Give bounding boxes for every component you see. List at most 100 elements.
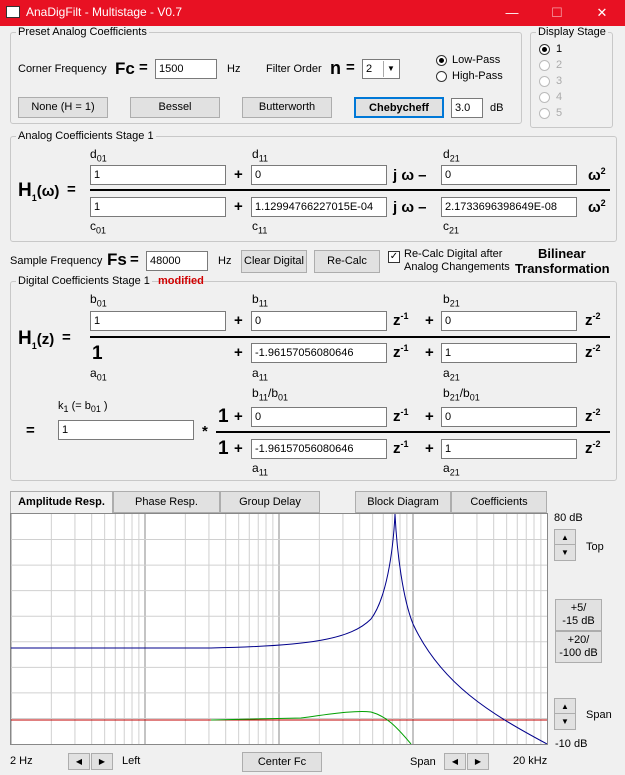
filter-order-select[interactable]: 2 ▼: [362, 59, 400, 79]
a2-input[interactable]: 1: [441, 343, 577, 363]
recalc-checkbox-label-2: Analog Changements: [404, 261, 510, 273]
close-button[interactable]: ✕: [580, 0, 624, 26]
d11-label: d11: [252, 147, 268, 163]
top-spinner[interactable]: ▲ ▼: [554, 529, 576, 561]
na21-label: a21: [443, 461, 460, 477]
digital-h-label: H1(z): [18, 328, 54, 351]
tab-group-delay[interactable]: Group Delay: [220, 491, 320, 513]
span-spinner[interactable]: ▲ ▼: [554, 698, 576, 730]
d21: d: [443, 147, 450, 161]
b1-input[interactable]: 0: [251, 311, 387, 331]
corner-frequency-input[interactable]: 1500: [155, 59, 217, 79]
bn21-den: /b: [459, 386, 470, 400]
c2-input[interactable]: 2.1733696398649E-08: [441, 197, 577, 217]
norm-plus-4: +: [425, 440, 434, 457]
amplitude-plot[interactable]: [10, 513, 548, 745]
d0-input[interactable]: 1: [90, 165, 226, 185]
b2-input[interactable]: 0: [441, 311, 577, 331]
k1-label: k1 (= b01 ): [58, 400, 108, 414]
bn21: b: [443, 386, 450, 400]
z1d-sup: -1: [400, 343, 409, 353]
range-20-100-line1: +20/: [567, 634, 590, 646]
w2-num: ω: [588, 167, 601, 184]
d2-input[interactable]: 0: [441, 165, 577, 185]
top-down-icon[interactable]: ▼: [555, 545, 575, 560]
tab-phase-response[interactable]: Phase Resp.: [113, 491, 220, 513]
bn21-sub: 21: [449, 392, 460, 403]
c0-input[interactable]: 1: [90, 197, 226, 217]
clear-digital-button[interactable]: Clear Digital: [241, 250, 307, 273]
recalc-checkbox[interactable]: ✓: [388, 251, 400, 263]
recalc-button[interactable]: Re-Calc: [314, 250, 380, 273]
lowpass-radio[interactable]: [436, 55, 447, 66]
stage-5-radio[interactable]: [539, 108, 550, 119]
stage-3-radio[interactable]: [539, 76, 550, 87]
w2-num-sup: 2: [600, 166, 606, 176]
na21-sub: 21: [449, 467, 460, 478]
z1-sup: -1: [400, 311, 409, 321]
d01: d: [90, 147, 97, 161]
left-next-button[interactable]: ▶: [91, 753, 113, 770]
range-5-15-button[interactable]: +5/-15 dB: [555, 599, 602, 631]
nz2d: z: [585, 440, 593, 457]
span-prev-button[interactable]: ◀: [444, 753, 466, 770]
k1-input[interactable]: 1: [58, 420, 194, 440]
norm-z2-num: z-2: [585, 407, 601, 425]
none-button[interactable]: None (H = 1): [18, 97, 108, 118]
stage-4-radio[interactable]: [539, 92, 550, 103]
a1-input[interactable]: -1.96157056080646: [251, 343, 387, 363]
stage-2-label: 2: [556, 59, 563, 71]
left-prev-button[interactable]: ◀: [68, 753, 90, 770]
bn11-label: b11/b01: [252, 386, 288, 402]
chebycheff-button[interactable]: Chebycheff: [354, 97, 444, 118]
stage-1-radio[interactable]: [539, 44, 550, 55]
highpass-radio[interactable]: [436, 71, 447, 82]
fc-unit: Hz: [227, 63, 241, 75]
minimize-button[interactable]: —: [490, 0, 534, 26]
lowpass-label: Low-Pass: [452, 54, 501, 66]
sample-frequency-input[interactable]: 48000: [146, 251, 208, 271]
stage-2-radio[interactable]: [539, 60, 550, 71]
recalc-checkbox-label-1: Re-Calc Digital after: [404, 248, 503, 260]
norm-a1-input[interactable]: -1.96157056080646: [251, 439, 387, 459]
bn11-sub: 11: [258, 392, 269, 403]
bessel-button[interactable]: Bessel: [130, 97, 220, 118]
norm-star: *: [202, 423, 208, 440]
norm-b2-input[interactable]: 0: [441, 407, 577, 427]
a21: a: [443, 366, 450, 380]
top-up-icon[interactable]: ▲: [555, 530, 575, 545]
maximize-button[interactable]: ☐: [535, 0, 579, 26]
w2-den: ω: [588, 199, 601, 216]
left-label: Left: [122, 755, 141, 767]
tab-amplitude-response[interactable]: Amplitude Resp.: [10, 491, 113, 513]
a11-label: a11: [252, 366, 268, 382]
ripple-input[interactable]: 3.0: [451, 98, 483, 118]
analog-w2-1: ω2: [588, 166, 606, 184]
span-next-button[interactable]: ▶: [467, 753, 489, 770]
b01: b: [90, 292, 97, 306]
center-fc-button[interactable]: Center Fc: [242, 752, 322, 772]
c1-input[interactable]: 1.12994766227015E-04: [251, 197, 387, 217]
sample-frequency-label: Sample Frequency: [10, 255, 103, 267]
tab-coefficients[interactable]: Coefficients: [451, 491, 547, 513]
norm-a2-input[interactable]: 1: [441, 439, 577, 459]
butterworth-button[interactable]: Butterworth: [242, 97, 332, 118]
modified-label: modified: [158, 275, 204, 287]
norm-plus-2: +: [425, 408, 434, 425]
range-20-100-button[interactable]: +20/-100 dB: [555, 631, 602, 663]
a11-sub: 11: [258, 372, 269, 383]
analog-plus-1: +: [234, 166, 243, 183]
right-arrow-icon: ▶: [98, 757, 106, 766]
span-bottom-label: Span: [410, 756, 436, 768]
norm-b1-input[interactable]: 0: [251, 407, 387, 427]
a21-sub: 21: [449, 372, 460, 383]
analog-jw-2: j ω –: [393, 199, 427, 216]
b01-sub: 01: [96, 298, 107, 309]
b0-input[interactable]: 1: [90, 311, 226, 331]
a01: a: [90, 366, 97, 380]
span-up-icon[interactable]: ▲: [555, 699, 575, 714]
d1-input[interactable]: 0: [251, 165, 387, 185]
analog-h-arg: (ω): [36, 183, 60, 200]
tab-block-diagram[interactable]: Block Diagram: [355, 491, 451, 513]
span-down-icon[interactable]: ▼: [555, 714, 575, 729]
